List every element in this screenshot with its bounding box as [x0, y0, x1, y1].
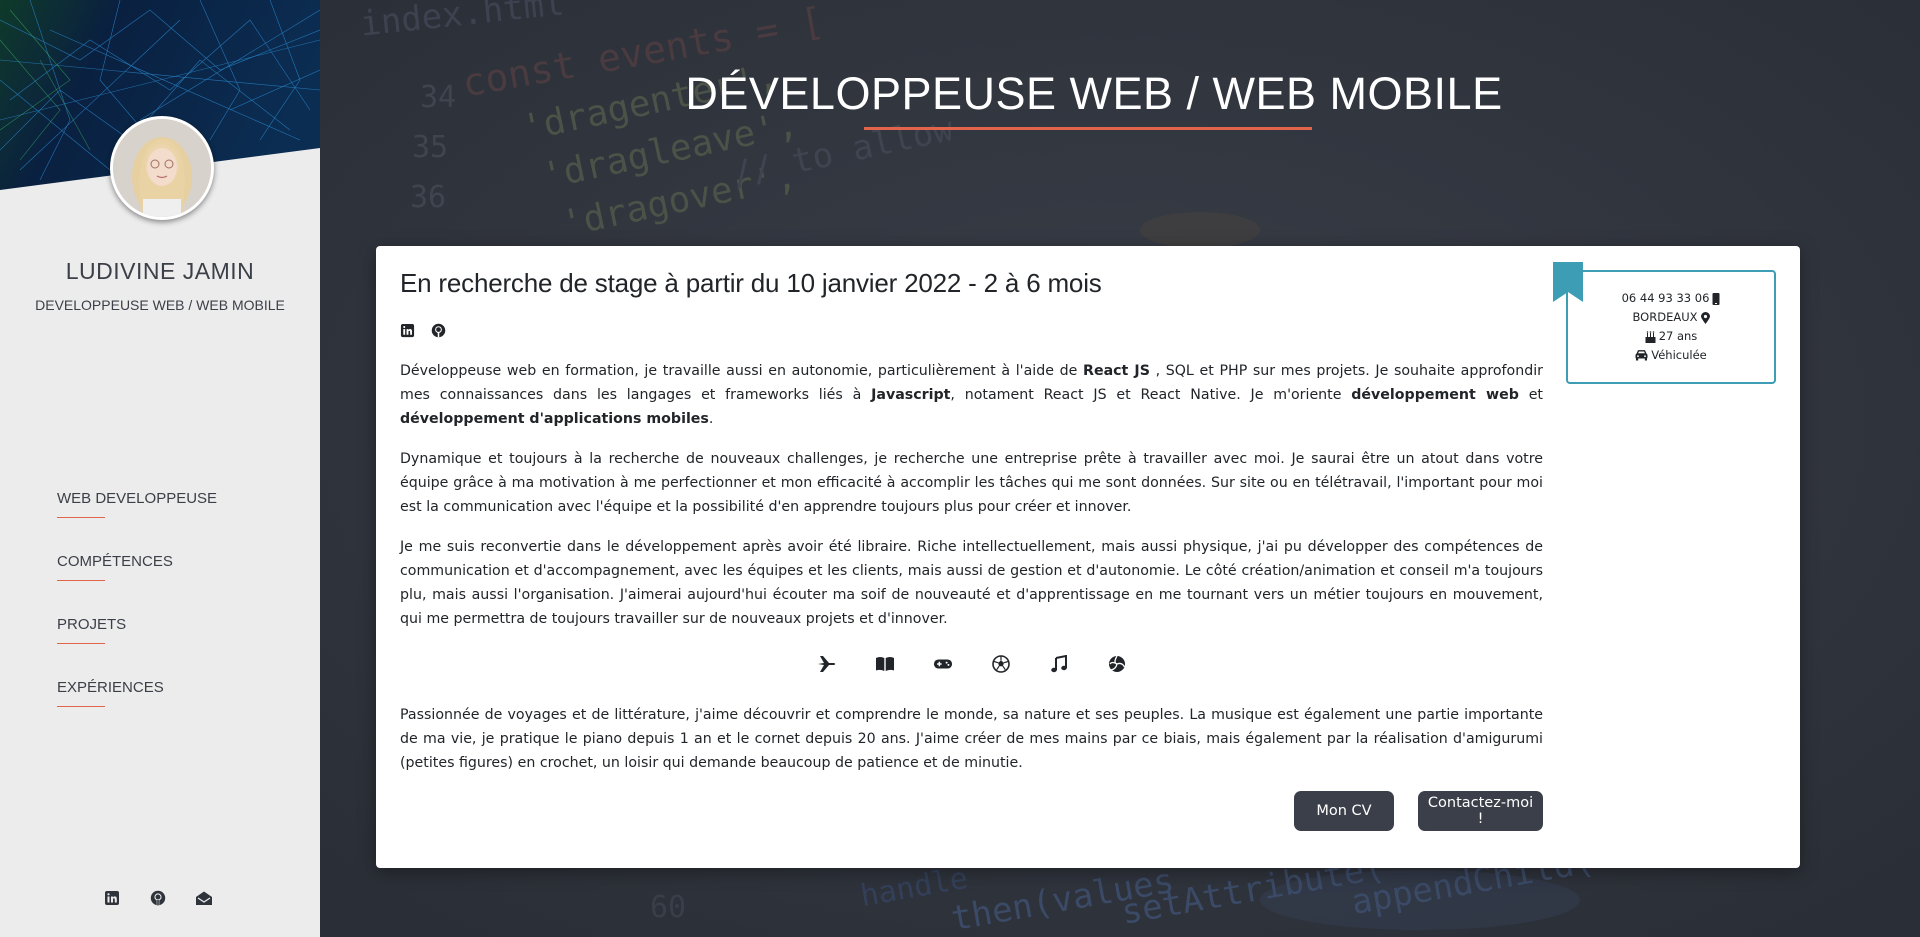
birthday-cake-icon: [1645, 330, 1656, 343]
sidebar-email-link[interactable]: [194, 888, 214, 908]
sidebar-item-label: WEB DEVELOPPEUSE: [57, 490, 218, 507]
volleyball-icon: [1107, 654, 1127, 674]
intro-text: Développeuse web en formation, je travai…: [400, 363, 1084, 379]
intro-text: .: [708, 411, 714, 427]
profile-photo: [113, 119, 211, 217]
sidebar-linkedin-link[interactable]: [102, 888, 122, 908]
sidebar-item-web-developpeuse[interactable]: WEB DEVELOPPEUSE: [57, 490, 217, 553]
info-phone-text: 06 44 93 33 06: [1621, 291, 1710, 305]
bg-code-linenum: 36: [410, 180, 447, 215]
book-open-icon: [875, 654, 895, 674]
intro-text: , notament React JS et React Native. Je …: [950, 387, 1352, 403]
info-city-text: BORDEAUX: [1632, 310, 1698, 324]
linkedin-icon: [400, 323, 415, 338]
info-vehicle-text: Véhiculée: [1651, 348, 1707, 362]
motivation-paragraph: Dynamique et toujours à la recherche de …: [400, 451, 1543, 515]
sidebar: LUDIVINE JAMIN DEVELOPPEUSE WEB / WEB MO…: [0, 0, 320, 937]
nav-underline: [57, 517, 105, 518]
sidebar-item-competences[interactable]: COMPÉTENCES: [57, 553, 217, 616]
hobbies-paragraph: Passionnée de voyages et de littérature,…: [400, 707, 1543, 771]
intro-bold: développement d'applications mobiles: [400, 411, 709, 427]
card-social-links: [400, 323, 446, 338]
sidebar-social-links: [102, 888, 214, 908]
info-list: 06 44 93 33 06 BORDEAUX 27 ans Véhiculée: [1568, 289, 1774, 365]
sidebar-item-label: COMPÉTENCES: [57, 553, 173, 570]
avatar: [110, 116, 214, 220]
nav-underline: [57, 706, 105, 707]
sidebar-item-label: EXPÉRIENCES: [57, 679, 164, 696]
linkedin-icon: [105, 891, 119, 905]
sidebar-item-label: PROJETS: [57, 616, 127, 633]
info-box: 06 44 93 33 06 BORDEAUX 27 ans Véhiculée: [1553, 262, 1776, 384]
music-note-icon: [1049, 654, 1069, 674]
map-marker-icon: [1700, 311, 1710, 324]
info-age-text: 27 ans: [1658, 329, 1698, 343]
background-paragraph: Je me suis reconvertie dans le développe…: [400, 539, 1543, 627]
info-vehicle: Véhiculée: [1568, 346, 1774, 365]
bg-code-linenum: 35: [412, 130, 449, 165]
sidebar-item-experiences[interactable]: EXPÉRIENCES: [57, 679, 217, 742]
intro-text: et: [1518, 387, 1543, 403]
github-icon: [150, 890, 166, 906]
envelope-open-icon: [196, 891, 212, 905]
card-linkedin-link[interactable]: [400, 323, 415, 338]
info-age: 27 ans: [1568, 327, 1774, 346]
gamepad-icon: [933, 654, 953, 674]
card-github-link[interactable]: [431, 323, 446, 338]
football-icon: [991, 654, 1011, 674]
bg-code-linenum: 60: [650, 890, 687, 925]
page-title: DÉVELOPPEUSE WEB / WEB MOBILE: [685, 68, 1503, 119]
intro-bold: Javascript: [871, 387, 951, 403]
car-icon: [1635, 350, 1648, 361]
sidebar-item-projets[interactable]: PROJETS: [57, 616, 217, 679]
github-icon: [431, 323, 446, 338]
nav-underline: [57, 643, 105, 644]
hobby-icons: [376, 654, 1567, 674]
about-card: En recherche de stage à partir du 10 jan…: [376, 246, 1800, 868]
plane-icon: [817, 654, 837, 674]
intro-bold: développement web: [1351, 387, 1519, 403]
profile-role: DEVELOPPEUSE WEB / WEB MOBILE: [35, 297, 285, 313]
profile-name: LUDIVINE JAMIN: [65, 258, 255, 284]
sidebar-nav: WEB DEVELOPPEUSE COMPÉTENCES PROJETS EXP…: [57, 490, 217, 742]
contact-button[interactable]: Contactez-moi !: [1418, 791, 1543, 831]
cv-button[interactable]: Mon CV: [1294, 791, 1394, 831]
sidebar-github-link[interactable]: [148, 888, 168, 908]
info-city: BORDEAUX: [1568, 308, 1774, 327]
phone-icon: [1712, 292, 1720, 305]
title-underline: [864, 127, 1312, 130]
intro-bold: React JS: [1083, 363, 1150, 379]
info-phone: 06 44 93 33 06: [1568, 289, 1774, 308]
nav-underline: [57, 580, 105, 581]
card-heading: En recherche de stage à partir du 10 jan…: [400, 268, 1102, 298]
intro-paragraph: Développeuse web en formation, je travai…: [400, 359, 1543, 431]
